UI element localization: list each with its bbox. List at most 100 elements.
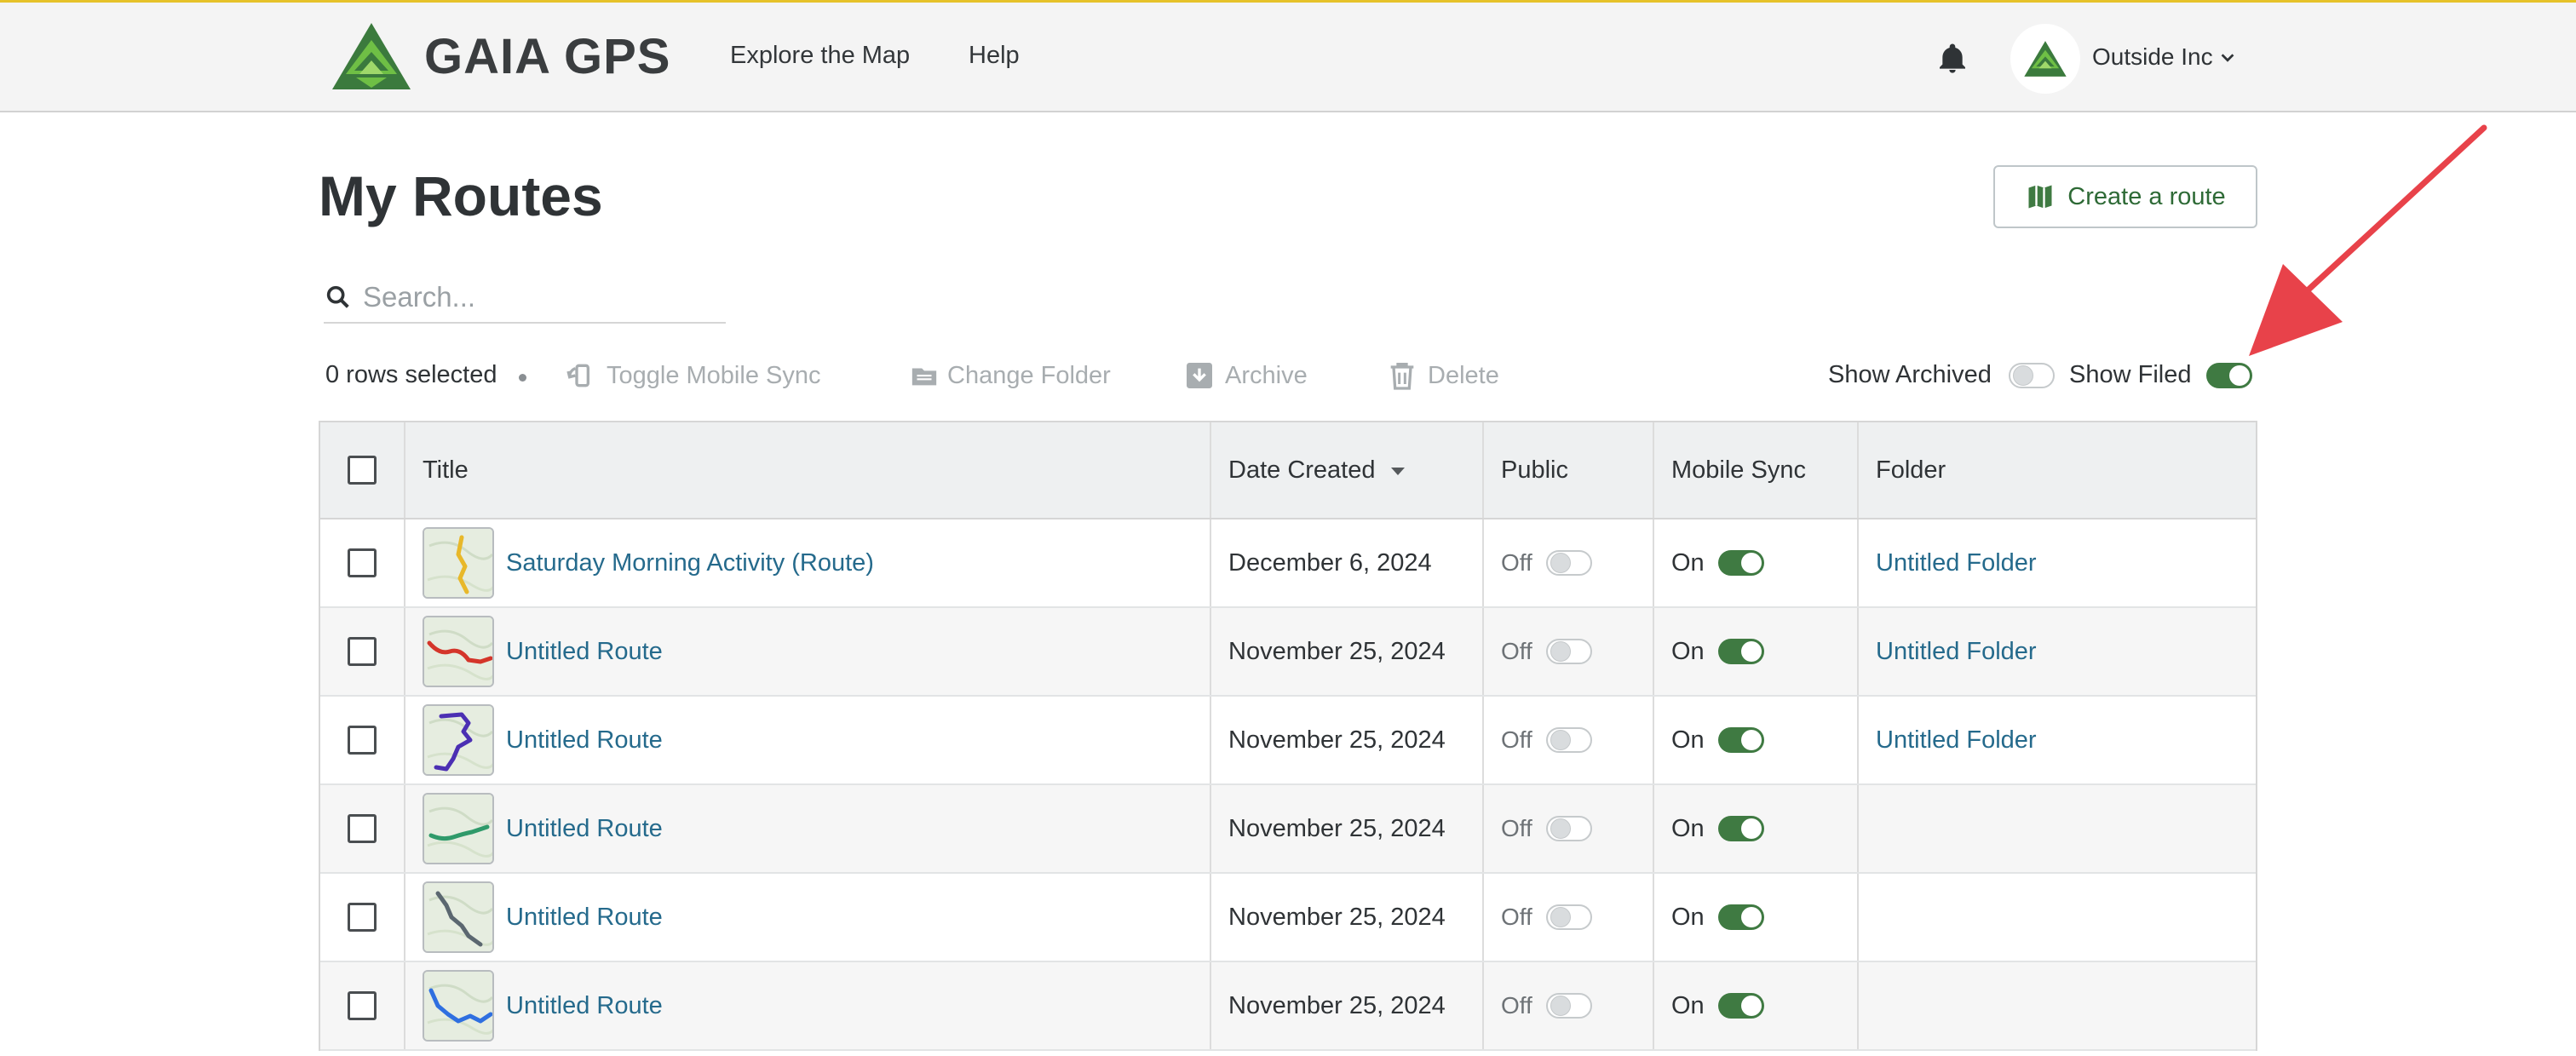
mobile-sync-toggle[interactable] — [1717, 816, 1764, 841]
table-row[interactable]: Untitled Route November 25, 2024 Off On — [320, 962, 2256, 1051]
show-filed-toggle[interactable] — [2206, 363, 2252, 388]
folder-link[interactable]: Untitled Folder — [1876, 726, 2037, 755]
row-public-cell: Off — [1484, 962, 1654, 1049]
public-status: Off — [1501, 549, 1532, 576]
mobile-sync-toggle[interactable] — [1717, 639, 1764, 664]
folder-link[interactable]: Untitled Folder — [1876, 549, 2037, 577]
row-title-cell: Untitled Route — [405, 785, 1211, 872]
row-folder-cell: Untitled Folder — [1859, 608, 2256, 695]
column-header-public[interactable]: Public — [1484, 422, 1654, 518]
public-toggle[interactable] — [1545, 639, 1592, 664]
route-thumbnail[interactable] — [423, 970, 494, 1042]
map-icon — [2028, 185, 2052, 209]
gaia-logo[interactable]: GAIA GPS — [331, 20, 670, 93]
column-header-title[interactable]: Title — [405, 422, 1211, 518]
route-thumbnail[interactable] — [423, 793, 494, 864]
table-row[interactable]: Untitled Route November 25, 2024 Off On — [320, 874, 2256, 962]
column-header-folder[interactable]: Folder — [1859, 422, 2256, 518]
row-checkbox[interactable] — [348, 637, 377, 666]
row-sync-cell: On — [1654, 874, 1859, 961]
public-toggle[interactable] — [1545, 993, 1592, 1019]
row-checkbox-cell — [320, 608, 405, 695]
route-title-link[interactable]: Untitled Route — [506, 638, 663, 666]
table-row[interactable]: Saturday Morning Activity (Route) Decemb… — [320, 519, 2256, 608]
column-header-date-created[interactable]: Date Created — [1211, 422, 1484, 518]
toggle-mobile-sync-button[interactable]: Toggle Mobile Sync — [564, 358, 820, 393]
route-thumbnail[interactable] — [423, 616, 494, 687]
toggle-knob — [1740, 730, 1762, 750]
delete-button[interactable]: Delete — [1385, 358, 1499, 393]
table-body: Saturday Morning Activity (Route) Decemb… — [320, 519, 2256, 1051]
row-sync-cell: On — [1654, 785, 1859, 872]
row-sync-cell: On — [1654, 608, 1859, 695]
account-avatar[interactable] — [2010, 24, 2080, 94]
toggle-knob — [1740, 907, 1762, 927]
route-title-link[interactable]: Untitled Route — [506, 992, 663, 1020]
mobile-sync-toggle[interactable] — [1717, 727, 1764, 753]
toggle-knob — [1550, 730, 1571, 750]
routes-table: Title Date Created Public Mobile Sync Fo… — [319, 421, 2257, 1051]
mobile-sync-toggle[interactable] — [1717, 993, 1764, 1019]
route-map-thumbnail-icon — [424, 795, 492, 863]
sort-descending-icon — [1390, 467, 1405, 475]
row-checkbox-cell — [320, 962, 405, 1049]
mobile-sync-toggle[interactable] — [1717, 904, 1764, 930]
route-thumbnail[interactable] — [423, 527, 494, 599]
route-thumbnail[interactable] — [423, 704, 494, 776]
public-toggle[interactable] — [1545, 550, 1592, 576]
public-toggle[interactable] — [1545, 727, 1592, 753]
nav-explore-map[interactable]: Explore the Map — [730, 42, 910, 70]
route-thumbnail[interactable] — [423, 881, 494, 953]
public-toggle[interactable] — [1545, 816, 1592, 841]
row-sync-cell: On — [1654, 519, 1859, 606]
mobile-sync-status: On — [1671, 814, 1705, 842]
row-checkbox[interactable] — [348, 991, 377, 1020]
toggle-knob — [2229, 365, 2250, 386]
search-box[interactable] — [324, 273, 726, 324]
archive-button[interactable]: Archive — [1182, 358, 1308, 393]
route-title-link[interactable]: Untitled Route — [506, 904, 663, 932]
row-title-cell: Untitled Route — [405, 697, 1211, 783]
route-title-link[interactable]: Saturday Morning Activity (Route) — [506, 549, 874, 577]
mobile-sync-status: On — [1671, 637, 1705, 665]
route-map-thumbnail-icon — [424, 972, 492, 1040]
row-folder-cell: Untitled Folder — [1859, 697, 2256, 783]
public-toggle[interactable] — [1545, 904, 1592, 930]
table-row[interactable]: Untitled Route November 25, 2024 Off On … — [320, 697, 2256, 785]
search-input[interactable] — [363, 281, 704, 313]
create-route-button[interactable]: Create a route — [1993, 165, 2257, 228]
row-checkbox[interactable] — [348, 548, 377, 577]
change-folder-button[interactable]: Change Folder — [910, 358, 1111, 393]
row-title-cell: Saturday Morning Activity (Route) — [405, 519, 1211, 606]
row-checkbox[interactable] — [348, 726, 377, 755]
row-folder-cell: Untitled Folder — [1859, 519, 2256, 606]
show-archived-toggle[interactable] — [2009, 363, 2055, 388]
table-row[interactable]: Untitled Route November 25, 2024 Off On … — [320, 608, 2256, 697]
toggle-knob — [1550, 996, 1571, 1016]
route-date: November 25, 2024 — [1228, 903, 1446, 931]
app-header: GAIA GPS Explore the Map Help Outside In… — [0, 3, 2576, 112]
mobile-sync-toggle[interactable] — [1717, 550, 1764, 576]
mobile-sync-status: On — [1671, 548, 1705, 577]
row-checkbox[interactable] — [348, 814, 377, 843]
bell-icon[interactable] — [1935, 42, 1969, 76]
row-sync-cell: On — [1654, 962, 1859, 1049]
account-name[interactable]: Outside Inc — [2092, 43, 2213, 71]
column-header-mobile-sync[interactable]: Mobile Sync — [1654, 422, 1859, 518]
search-icon — [326, 285, 349, 308]
create-route-label: Create a route — [2067, 182, 2226, 210]
route-title-link[interactable]: Untitled Route — [506, 815, 663, 843]
chevron-down-icon[interactable] — [2218, 49, 2237, 67]
route-map-thumbnail-icon — [424, 529, 492, 597]
row-checkbox-cell — [320, 874, 405, 961]
row-folder-cell — [1859, 874, 2256, 961]
route-title-link[interactable]: Untitled Route — [506, 726, 663, 755]
select-all-checkbox[interactable] — [348, 456, 377, 485]
folder-link[interactable]: Untitled Folder — [1876, 638, 2037, 666]
table-row[interactable]: Untitled Route November 25, 2024 Off On — [320, 785, 2256, 874]
row-public-cell: Off — [1484, 785, 1654, 872]
row-checkbox-cell — [320, 785, 405, 872]
row-checkbox[interactable] — [348, 903, 377, 932]
nav-help[interactable]: Help — [969, 42, 1020, 70]
toggle-mobile-sync-label: Toggle Mobile Sync — [607, 361, 821, 389]
